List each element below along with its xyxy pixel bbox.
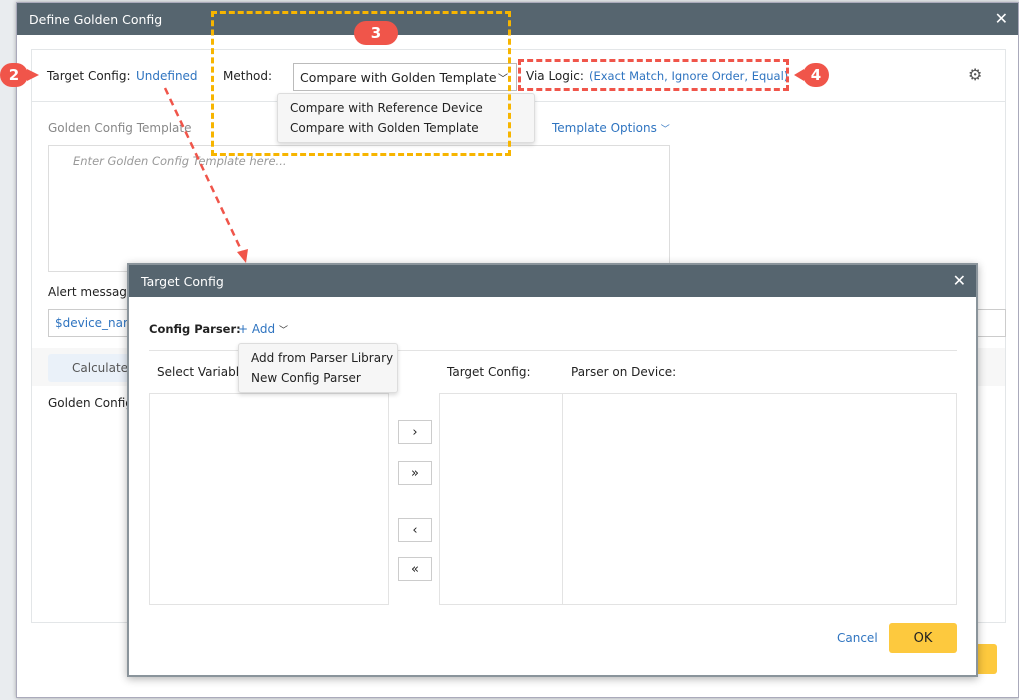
annotation-arrow xyxy=(163,87,248,263)
